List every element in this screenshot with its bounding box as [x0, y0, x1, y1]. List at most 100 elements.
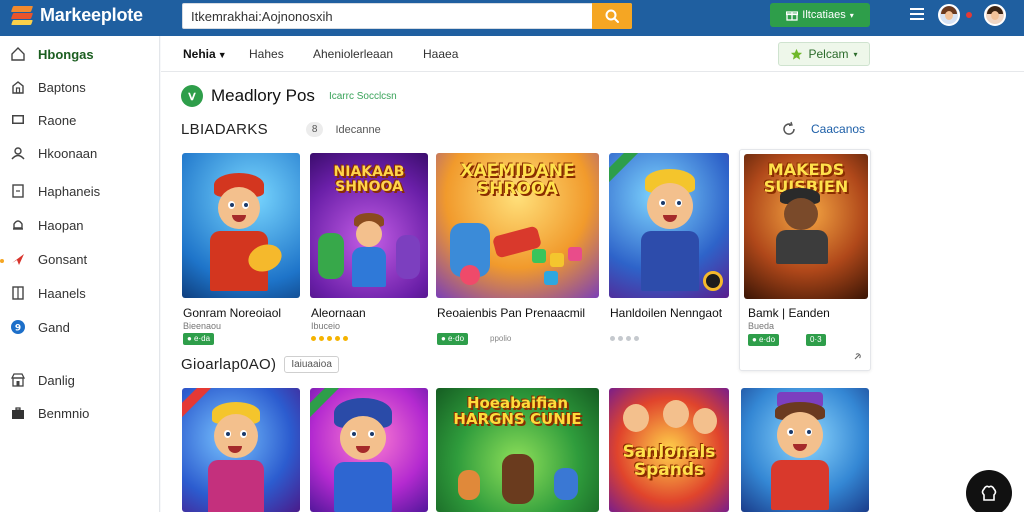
count-pill: 8 [305, 122, 324, 137]
game-subtitle: Ibuceio [311, 321, 341, 331]
game-card[interactable]: NIAKAAB SHNOOA Aleornaan Ibuceio [310, 153, 428, 349]
page-badge-icon: ⅴ [181, 85, 203, 107]
chevron-down-icon: ▾ [853, 49, 858, 59]
chevron-down-icon: ▾ [849, 10, 854, 20]
secondary-tag: 0·3 [806, 334, 826, 346]
sidebar-item-7[interactable]: Gonsant [10, 249, 87, 269]
game-card[interactable]: Hoeabaifian HARGNS CUNIE [436, 388, 599, 512]
floating-action-button[interactable] [966, 470, 1012, 512]
thumbnail-title: XAEMIDANE SHROOA [460, 161, 575, 199]
filter-button[interactable]: Pelcam ▾ [778, 42, 870, 66]
tab-bar: Nehia ▼ Hahes Aheniolerleaan Haaea Pelcam… [161, 36, 1024, 72]
thumbnail-title: Hoeabaifian HARGNS CUNIE [453, 394, 582, 428]
grid-icon [10, 285, 26, 301]
top-cta-label: Iltcatiaes [802, 9, 846, 21]
send-icon [10, 251, 26, 267]
sidebar-item-4[interactable]: Hkoonaan [10, 143, 97, 163]
game-name: Reoaienbis Pan Prenaacmil [437, 306, 586, 320]
avatar-1[interactable] [938, 4, 960, 26]
brand-name: Markeeplote [40, 4, 143, 25]
top-cta-button[interactable]: Iltcatiaes ▾ [770, 3, 870, 27]
game-name: Aleornaan [311, 306, 366, 320]
section-subtitle: Idecanne [335, 123, 381, 136]
section-header-2: Gioarlap0AO) Iaiuaaioa [181, 356, 339, 373]
tab-3[interactable]: Aheniolerleaan [313, 47, 393, 61]
game-name: Gonram Noreoiaol [183, 306, 282, 320]
sidebar: Hbongas Baptons Raone Hkoonaan Haphaneis… [0, 36, 160, 512]
section-chip[interactable]: Iaiuaaioa [284, 356, 339, 373]
page-subtitle: Icarrc Socclcsn [328, 90, 397, 102]
section-title: Gioarlap0AO) [181, 356, 277, 373]
rating-dots [311, 336, 348, 341]
search-icon [605, 9, 619, 23]
sidebar-item-label: Hbongas [38, 46, 94, 62]
game-thumbnail: Hoeabaifian HARGNS CUNIE [436, 388, 599, 512]
search-button[interactable] [592, 3, 632, 29]
sidebar-item-6[interactable]: Haopan [10, 215, 84, 235]
sidebar-item-5[interactable]: Haphaneis [10, 181, 100, 201]
avatar-2[interactable] [984, 4, 1006, 26]
thumbnail-title: Sanlonals Spands [622, 442, 716, 480]
game-card[interactable] [182, 388, 300, 512]
game-name: Hanldoilen Nenngaot [610, 306, 723, 320]
home-icon [10, 46, 26, 62]
briefcase-icon [10, 405, 26, 421]
sidebar-item-label: Hkoonaan [38, 145, 98, 161]
tablet-icon [10, 183, 26, 199]
sidebar-item-3[interactable]: Raone [10, 110, 76, 130]
brand[interactable]: Markeeplote [10, 4, 143, 26]
game-thumbnail [310, 388, 428, 512]
game-card[interactable]: XAEMIDANE SHROOA Reoaienbis Pan Prenaacm… [436, 153, 599, 349]
sidebar-item-9[interactable]: 9 Gand [10, 317, 70, 337]
caret-down-icon: ▼ [217, 50, 227, 60]
game-thumbnail: XAEMIDANE SHROOA [436, 153, 599, 298]
search-bar [182, 3, 632, 29]
tab-2[interactable]: Hahes [249, 47, 284, 61]
price-tag: ● e·da [183, 333, 215, 345]
tab-4[interactable]: Haaea [423, 47, 458, 61]
sidebar-item-home[interactable]: Hbongas [10, 44, 94, 64]
game-subtitle: Bieenaou [183, 321, 222, 331]
game-thumbnail: NIAKAAB SHNOOA [310, 153, 428, 298]
tab-label: Nehia [183, 47, 216, 61]
search-input[interactable] [191, 7, 591, 25]
tab-label: Hahes [249, 47, 284, 61]
sidebar-item-label: Haopan [38, 217, 84, 233]
game-card[interactable]: Gonram Noreoiaol Bieenaou ● e·da [182, 153, 300, 349]
monitor-icon [10, 112, 26, 128]
section-title: LBIADARKS [181, 121, 268, 138]
sidebar-item-2[interactable]: Baptons [10, 77, 86, 97]
thumbnail-title: NIAKAAB SHNOOA [333, 164, 405, 195]
game-thumbnail [182, 153, 300, 298]
main-content: Nehia ▼ Hahes Aheniolerleaan Haaea Pelcam… [161, 36, 1024, 512]
notification-dot [966, 12, 972, 18]
link-icon[interactable] [852, 352, 862, 362]
game-thumbnail [182, 388, 300, 512]
sidebar-item-label: Baptons [38, 79, 86, 95]
logo-icon [10, 4, 34, 26]
refresh-icon [783, 121, 795, 135]
game-subtitle: Bueda [748, 321, 775, 331]
game-card[interactable] [310, 388, 428, 512]
top-bar: Markeeplote Iltcatiaes ▾ [0, 0, 1024, 36]
sidebar-item-label: Benmnio [38, 405, 90, 421]
sidebar-item-10[interactable]: Danlig [10, 370, 75, 390]
price-tag: ● e·do [437, 333, 469, 345]
sidebar-item-11[interactable]: Benmnio [10, 403, 89, 423]
rating-dots [610, 336, 639, 341]
chef-hat-icon [981, 485, 997, 501]
sidebar-item-8[interactable]: Haanels [10, 283, 86, 303]
page-title: Meadlory Pos [211, 86, 315, 105]
game-card[interactable] [741, 388, 869, 512]
section-link-label: Caacanos [811, 122, 866, 136]
tab-label: Haaea [423, 47, 459, 61]
list-menu-icon[interactable] [910, 8, 926, 22]
game-meta: ppolio [490, 334, 512, 343]
featured-game-card[interactable]: MAKEDS SUISBIEN Bamk | Eanden Bueda ● e·… [739, 149, 871, 371]
sidebar-item-label: Haanels [38, 285, 86, 301]
section-link[interactable]: Caacanos [781, 121, 865, 137]
game-thumbnail [741, 388, 869, 512]
game-card[interactable]: Hanldoilen Nenngaot [609, 153, 729, 349]
tab-1[interactable]: Nehia ▼ [183, 47, 227, 61]
game-card[interactable]: Sanlonals Spands [609, 388, 729, 512]
